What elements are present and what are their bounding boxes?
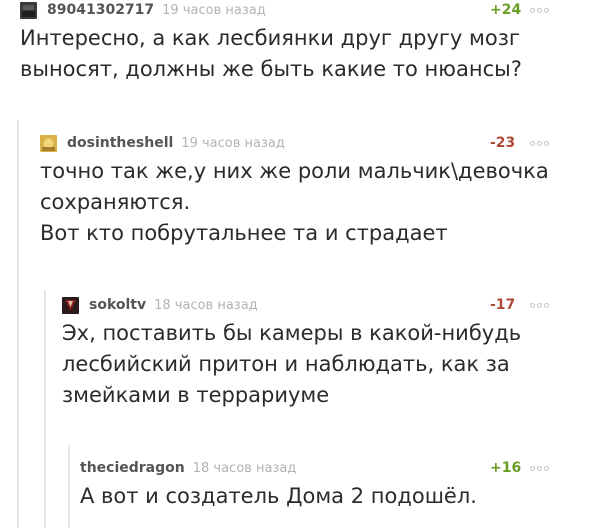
comment-text: точно так же,у них же роли мальчик\девоч… <box>40 156 580 249</box>
avatar[interactable] <box>62 296 79 314</box>
comment-text: А вот и создатель Дома 2 подошёл. <box>80 481 580 512</box>
comment-rating: +16 <box>490 460 522 476</box>
timestamp[interactable]: 19 часов назад <box>181 136 285 151</box>
comment-header: theciedragon 18 часов назад +16 <box>80 458 580 478</box>
comment-rating: -17 <box>490 297 516 313</box>
timestamp[interactable]: 19 часов назад <box>162 3 266 18</box>
comment-text-line: Вот кто побрутальнее та и страдает <box>40 221 448 245</box>
comment: theciedragon 18 часов назад +16 А вот и … <box>80 458 580 512</box>
comment-text-line: змейками в террариуме <box>62 383 330 407</box>
timestamp[interactable]: 18 часов назад <box>154 298 258 313</box>
thread-line-level-2[interactable] <box>44 290 46 528</box>
username[interactable]: sokoltv <box>89 297 146 313</box>
more-options-icon[interactable] <box>530 0 549 20</box>
comment-text-line: лесбийский притон и наблюдать, как за <box>62 352 510 376</box>
thread-line-level-3[interactable] <box>68 445 70 528</box>
avatar[interactable] <box>20 1 37 19</box>
username[interactable]: dosintheshell <box>67 135 173 151</box>
timestamp[interactable]: 18 часов назад <box>193 461 297 476</box>
comment-rating: -23 <box>490 135 516 151</box>
comment-text-line: Эх, поставить бы камеры в какой-нибудь <box>62 321 522 345</box>
thread-line-level-1[interactable] <box>17 120 19 528</box>
username[interactable]: theciedragon <box>80 460 185 476</box>
comment-text-line: А вот и создатель Дома 2 подошёл. <box>80 484 477 508</box>
comment: 89041302717 19 часов назад +24 Интересно… <box>20 0 580 85</box>
comment: sokoltv 18 часов назад -17 Эх, поставить… <box>62 295 580 411</box>
comment-text-line: точно так же,у них же роли мальчик\девоч… <box>40 159 549 183</box>
comment-text-line: сохраняются. <box>40 190 191 214</box>
comment-text-line: Интересно, а как лесбиянки друг другу мо… <box>20 26 520 50</box>
avatar[interactable] <box>40 134 57 152</box>
more-options-icon[interactable] <box>530 133 549 153</box>
comment-text: Интересно, а как лесбиянки друг другу мо… <box>20 23 580 85</box>
comment: dosintheshell 19 часов назад -23 точно т… <box>40 133 580 249</box>
comment-rating: +24 <box>490 2 522 18</box>
username[interactable]: 89041302717 <box>47 2 154 18</box>
comment-header: sokoltv 18 часов назад -17 <box>62 295 580 315</box>
comment-text-line: выносят, должны же быть какие то нюансы? <box>20 57 522 81</box>
more-options-icon[interactable] <box>530 295 549 315</box>
comment-header: 89041302717 19 часов назад +24 <box>20 0 580 20</box>
comment-header: dosintheshell 19 часов назад -23 <box>40 133 580 153</box>
comment-text: Эх, поставить бы камеры в какой-нибудь л… <box>62 318 580 411</box>
more-options-icon[interactable] <box>530 458 549 478</box>
